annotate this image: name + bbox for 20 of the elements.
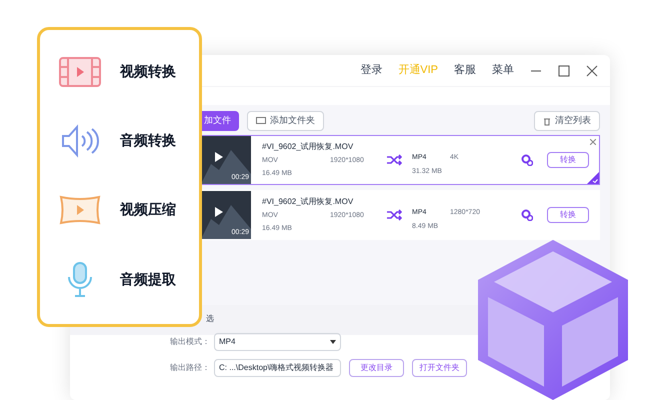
folder-button[interactable]: 打开文件夹 bbox=[412, 359, 467, 377]
feature-menu-item[interactable]: 视频转换 bbox=[120, 61, 176, 82]
convert-button[interactable]: 转换 bbox=[547, 152, 589, 168]
feature-menu-item[interactable]: 音频转换 bbox=[120, 130, 176, 151]
add-folder-button[interactable]: 添加文件夹 bbox=[247, 111, 324, 131]
convert-button[interactable]: 转换 bbox=[547, 207, 589, 223]
output-path-label: 输出路径： bbox=[170, 362, 210, 374]
menu-link[interactable]: 登录 bbox=[360, 62, 382, 79]
folder-button[interactable]: 更改目录 bbox=[349, 359, 404, 377]
file-name: #VI_9602_试用恢复.MOV bbox=[262, 140, 354, 152]
format-dropdown[interactable]: MP4 bbox=[214, 333, 341, 351]
feature-menu-item[interactable]: 视频压缩 bbox=[120, 199, 176, 220]
menu-link[interactable]: 菜单 bbox=[492, 62, 514, 79]
clear-list-button[interactable]: 清空列表 bbox=[534, 111, 600, 131]
output-mode-label: 输出模式： bbox=[170, 336, 210, 348]
menu-link[interactable]: 客服 bbox=[454, 62, 476, 79]
section-label: 选 bbox=[206, 313, 214, 325]
file-name: #VI_9602_试用恢复.MOV bbox=[262, 196, 354, 208]
feature-menu-item[interactable]: 音频提取 bbox=[120, 269, 176, 290]
path-field[interactable]: C: ...\Desktop\嗨格式视频转换器 bbox=[214, 359, 341, 377]
